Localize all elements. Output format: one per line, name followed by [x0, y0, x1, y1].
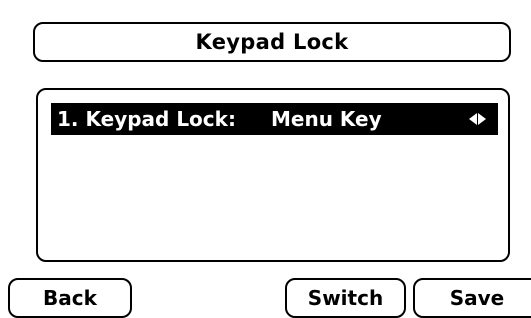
page-title: Keypad Lock — [195, 30, 349, 54]
list-item-keypad-lock[interactable]: 1. Keypad Lock: Menu Key — [51, 103, 498, 135]
left-right-arrows-icon[interactable] — [469, 103, 486, 135]
settings-list: 1. Keypad Lock: Menu Key — [36, 88, 510, 262]
arrow-left-icon[interactable] — [469, 113, 477, 125]
save-button-label: Save — [449, 286, 505, 310]
list-item-label: 1. Keypad Lock: — [57, 107, 236, 131]
save-button[interactable]: Save — [413, 278, 531, 318]
title-bar: Keypad Lock — [33, 22, 511, 62]
list-item-value: Menu Key — [271, 107, 382, 131]
phone-screen: Keypad Lock 1. Keypad Lock: Menu Key Bac… — [0, 0, 531, 318]
switch-button-label: Switch — [307, 286, 384, 310]
switch-button[interactable]: Switch — [285, 278, 406, 318]
back-button-label: Back — [43, 286, 97, 310]
arrow-right-icon[interactable] — [478, 113, 486, 125]
back-button[interactable]: Back — [8, 278, 132, 318]
